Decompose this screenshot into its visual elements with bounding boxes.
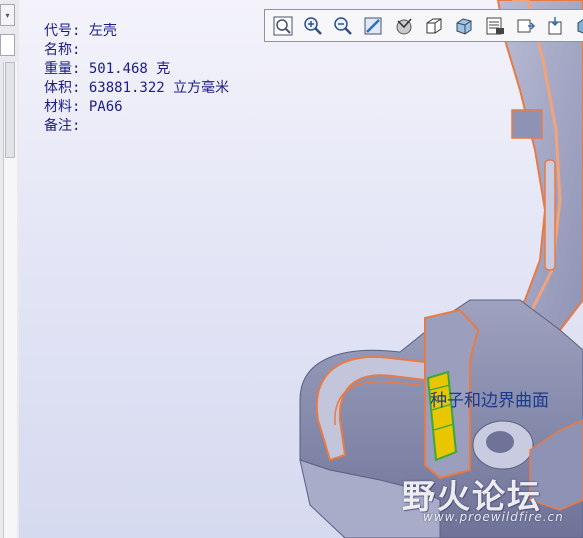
tree-scrollbar-thumb[interactable] <box>5 62 15 158</box>
display-style-icon <box>426 18 442 33</box>
saved-views-icon <box>456 17 472 35</box>
graphics-toolbar <box>264 9 583 42</box>
zoom-in-button[interactable] <box>299 12 326 39</box>
spin-center-button[interactable] <box>390 12 417 39</box>
spin-center-icon <box>396 18 412 34</box>
zoom-out-icon <box>334 16 352 35</box>
repaint-button[interactable] <box>360 12 387 39</box>
zoom-fit-button[interactable] <box>269 12 296 39</box>
part-remarks: 备注: <box>44 118 81 134</box>
datum-display-icon <box>517 19 535 32</box>
seed-surface-annotation: 种子和边界曲面 <box>430 391 549 411</box>
saved-views-button[interactable] <box>451 12 478 39</box>
view-manager-icon <box>486 17 504 34</box>
datum-display-button[interactable] <box>511 12 538 39</box>
model-tree-pane-edge: ▾ <box>0 0 20 538</box>
forum-watermark-url: www.proewildfire.cn <box>423 510 564 524</box>
wall-rib-2 <box>544 159 556 271</box>
appearance-icon <box>577 18 583 33</box>
part-weight: 重量: 501.468 克 <box>44 61 171 77</box>
zoom-out-button[interactable] <box>330 12 357 39</box>
zoom-fit-icon <box>273 16 292 35</box>
annotation-display-button[interactable] <box>542 12 569 39</box>
view-manager-button[interactable] <box>481 12 508 39</box>
part-volume: 体积: 63881.322 立方毫米 <box>44 80 230 96</box>
part-code: 代号: 左壳 <box>44 23 117 39</box>
tree-scrollbar[interactable] <box>3 62 17 538</box>
wall-rib-1 <box>511 109 543 139</box>
screw-boss-hole <box>486 431 514 453</box>
appearance-button[interactable] <box>572 12 583 39</box>
display-style-button[interactable] <box>420 12 447 39</box>
part-info-panel: 代号: 左壳 名称: 重量: 501.468 克 体积: 63881.322 立… <box>44 22 229 136</box>
part-name: 名称: <box>44 42 81 58</box>
tree-search-field[interactable] <box>0 34 15 56</box>
pane-dropdown-button[interactable]: ▾ <box>0 4 15 26</box>
annotation-display-icon <box>548 16 562 34</box>
repaint-icon <box>364 17 382 34</box>
zoom-in-icon <box>304 16 322 35</box>
graphics-viewport[interactable]: 代号: 左壳 名称: 重量: 501.468 克 体积: 63881.322 立… <box>19 0 583 538</box>
part-material: 材料: PA66 <box>44 99 123 115</box>
